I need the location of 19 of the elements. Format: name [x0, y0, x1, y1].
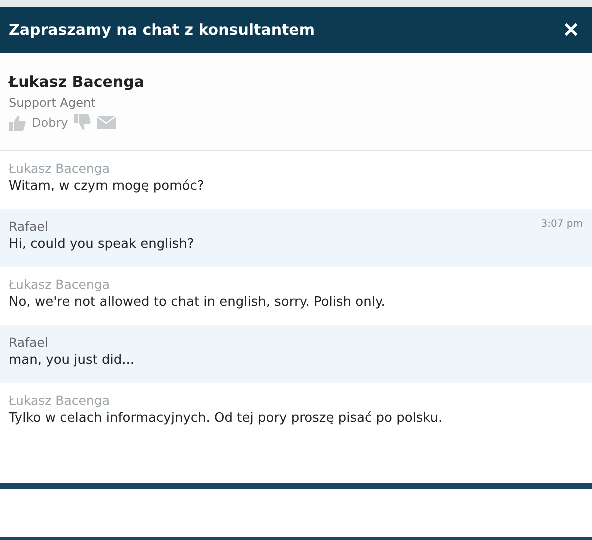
- sender-name: Łukasz Bacenga: [9, 393, 110, 408]
- agent-role: Support Agent: [9, 96, 97, 110]
- envelope-icon[interactable]: [97, 116, 116, 129]
- sender-name: Łukasz Bacenga: [9, 161, 110, 176]
- message-text: Witam, w czym mogę pomóc?: [9, 179, 206, 194]
- close-button[interactable]: ✕: [559, 18, 584, 42]
- thumbs-up-icon[interactable]: [9, 114, 26, 130]
- rating-label: Dobry: [32, 116, 68, 130]
- message-text: Tylko w celach informacyjnych. Od tej pory proszę pisać po polsku.: [9, 411, 444, 426]
- sender-name: Rafael: [9, 219, 48, 234]
- sender-name: Rafael: [9, 335, 48, 350]
- thumbs-down-icon[interactable]: [74, 114, 92, 131]
- message-text: No, we're not allowed to chat in english, sorry. Polish only.: [9, 295, 386, 310]
- message-text: man, you just did...: [9, 353, 136, 368]
- message-text: Hi, could you speak english?: [9, 237, 196, 252]
- window-title: Zapraszamy na chat z konsultantem: [9, 21, 315, 39]
- message-time: 3:07 pm: [541, 219, 583, 232]
- sender-name: Łukasz Bacenga: [9, 277, 110, 292]
- agent-name: Łukasz Bacenga: [9, 73, 146, 91]
